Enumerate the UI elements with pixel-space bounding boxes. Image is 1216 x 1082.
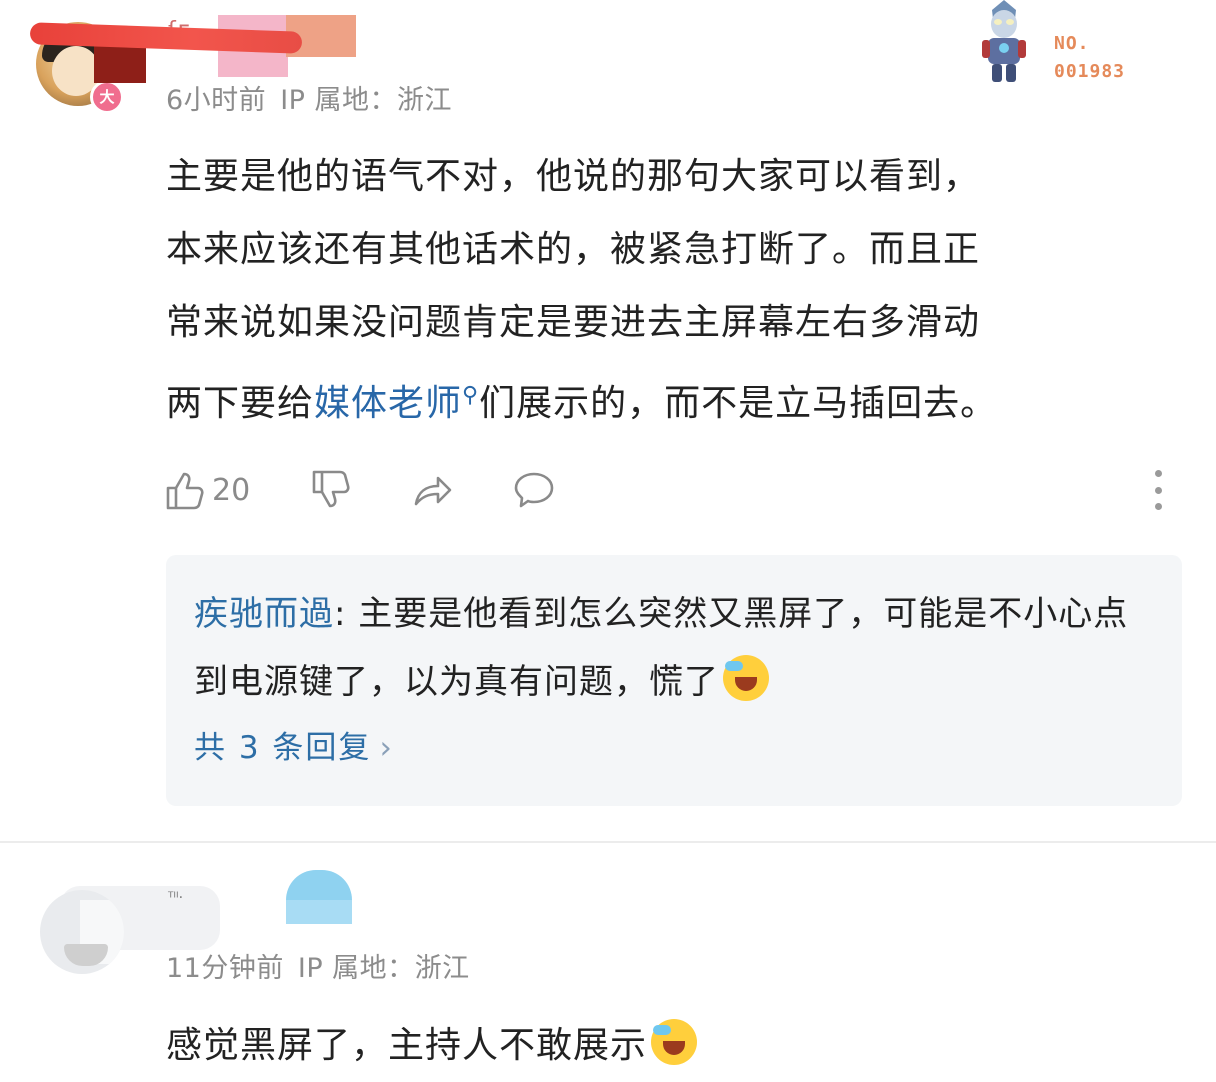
media-teacher-search-link[interactable]: 媒体老师⚲ [314,383,479,424]
ip-label: IP 属地： [280,85,398,116]
dislike-button[interactable] [310,468,354,512]
ultraman-sticker-icon [974,0,1034,86]
comment-time: 6小时前 [166,85,267,116]
ip-label: IP 属地： [297,953,415,984]
comment-divider [0,841,1216,843]
thumbs-down-icon [312,470,350,508]
laugh-cry-emoji-icon [723,655,769,701]
vip-badge: 大 [90,80,124,114]
more-options-icon[interactable] [1148,470,1168,510]
redaction-mark [286,900,352,924]
reply-preview-text: 疾驰而過: 主要是他看到怎么突然又黑屏了，可能是不小心点到电源键了，以为真有问题… [194,594,1129,702]
chevron-right-icon: › [379,730,394,766]
reply-button[interactable] [512,468,556,512]
thumbs-up-icon [166,472,204,510]
reply-username[interactable]: 疾驰而過 [194,594,334,634]
comment-meta: 6小时前 IP 属地：浙江 [166,78,466,117]
comment-meta: 11分钟前 IP 属地：浙江 [166,946,484,985]
comment-bubble-icon [514,472,554,508]
comment-body: 主要是他的语气不对，他说的那句大家可以看到， 本来应该还有其他话术的，被紧急打断… [166,156,998,424]
comment-time: 11分钟前 [166,953,284,984]
share-arrow-icon [414,476,452,506]
ip-value: 浙江 [414,953,470,984]
search-icon: ⚲ [462,383,480,408]
comment-body: 感觉黑屏了，主持人不敢展示 [166,1010,1176,1082]
sticker-number: NO. 001983 [1054,33,1126,82]
laugh-cry-emoji-icon [651,1019,698,1065]
username-redacted[interactable]: ᵀᴵᴵ· [168,890,183,906]
share-button[interactable] [410,468,454,512]
user-avatar[interactable] [40,890,124,974]
view-replies-link[interactable]: 共 3 条回复 › [194,722,394,767]
like-count: 20 [212,472,251,508]
ip-value: 浙江 [397,85,453,116]
like-button[interactable]: 20 [164,468,250,512]
comment-actions: 20 [164,466,556,514]
